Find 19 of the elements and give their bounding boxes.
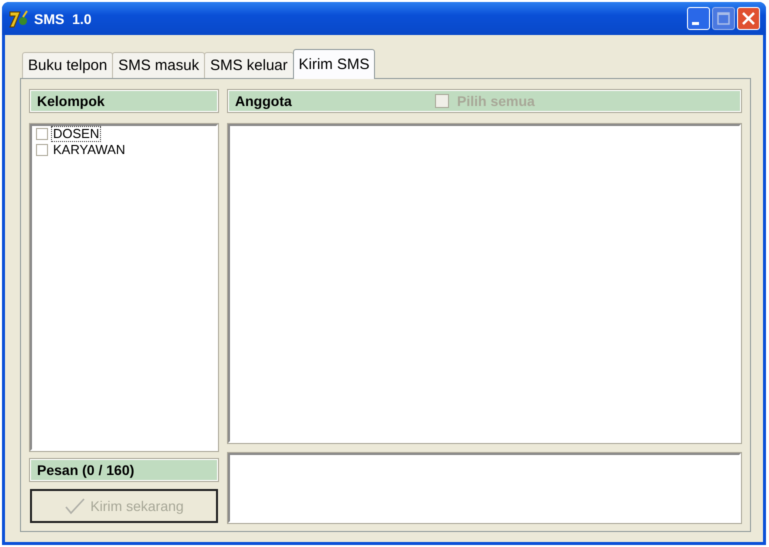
group-label[interactable]: KARYAWAN [51,142,128,158]
message-header: Pesan (0 / 160) [30,459,218,481]
close-button[interactable] [737,7,760,30]
message-field[interactable] [228,453,741,523]
checkmark-icon [64,497,86,515]
maximize-button[interactable] [712,7,735,30]
window-title: SMS 1.0 [34,10,93,26]
tab[interactable]: SMS keluar [204,52,294,78]
tab[interactable]: SMS masuk [112,52,206,78]
member-header-label: Anggota [235,93,293,109]
checkbox[interactable] [36,128,48,140]
group-label[interactable]: DOSEN [51,126,102,142]
checkbox[interactable] [36,144,48,156]
minimize-icon [692,22,699,25]
app-logo-icon [8,8,30,28]
group-header: Kelompok [30,90,218,112]
tab[interactable]: Buku telpon [22,52,114,78]
minimize-button[interactable] [687,7,710,30]
tab[interactable]: Kirim SMS [292,49,376,79]
